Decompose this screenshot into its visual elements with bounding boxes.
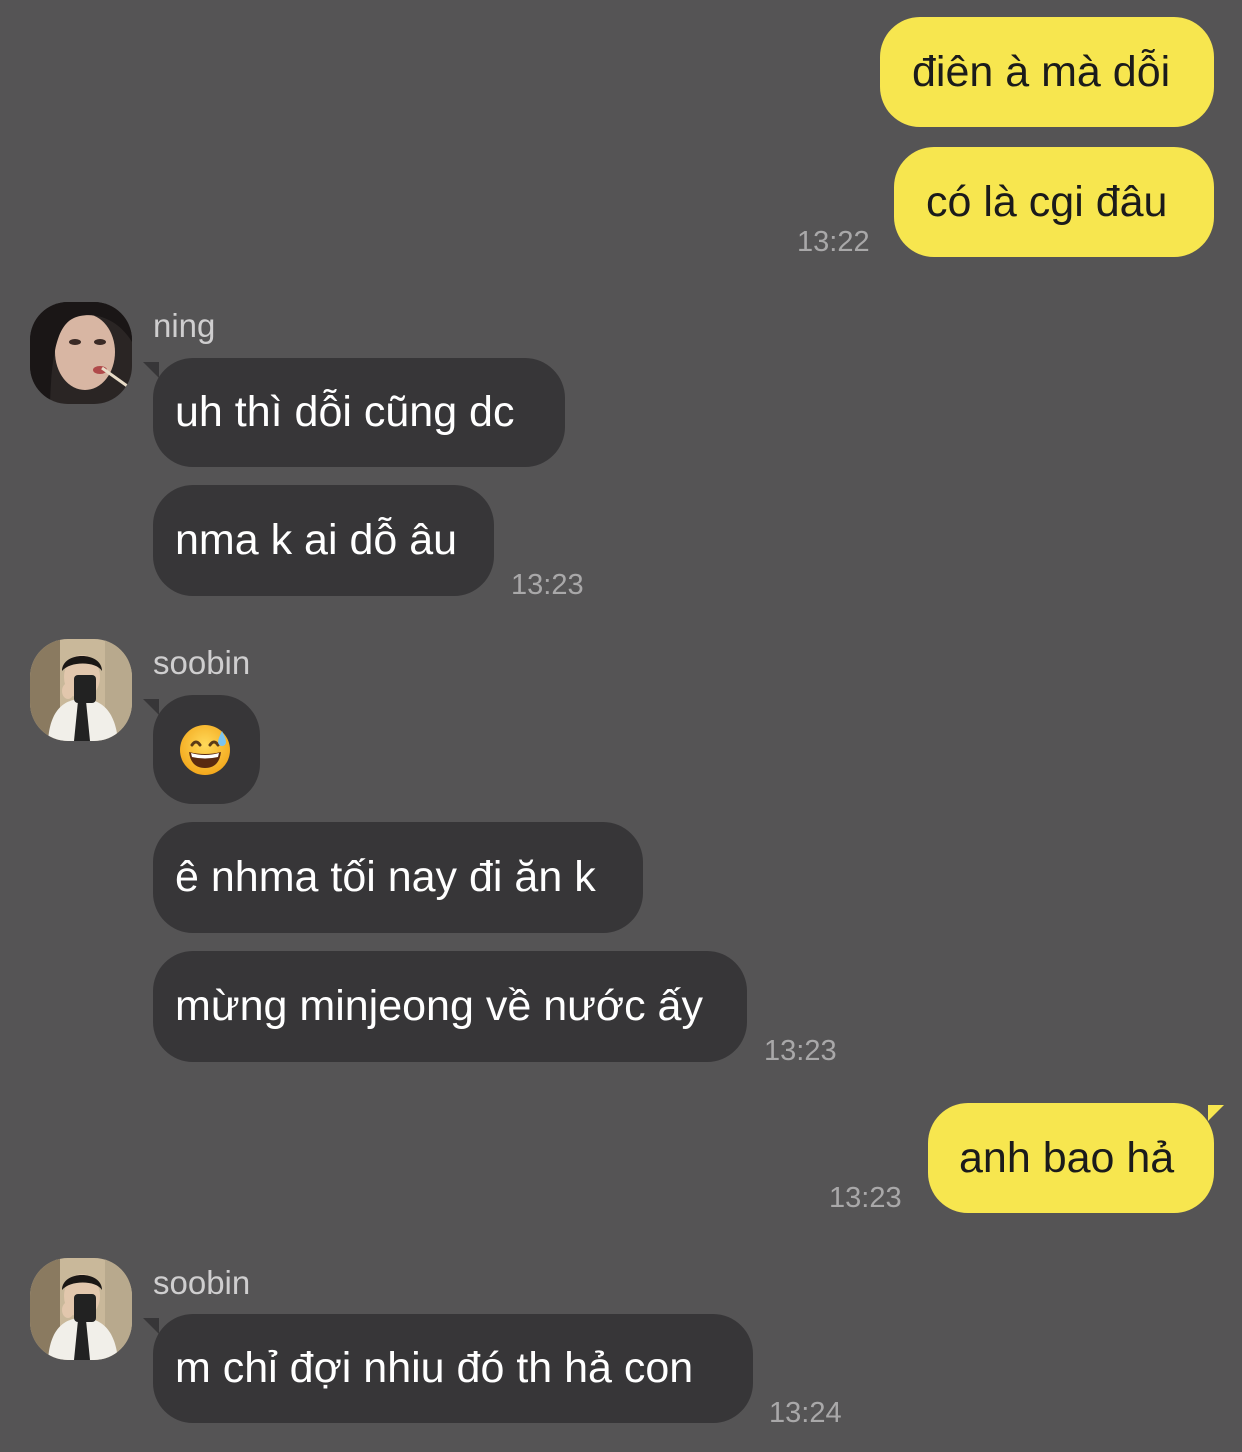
soobin-avatar[interactable] — [30, 1258, 132, 1360]
grinning-sweat-emoji-icon — [180, 725, 230, 775]
their-message-bubble[interactable]: nma k ai dỗ âu — [153, 485, 494, 596]
sender-name: ning — [153, 307, 216, 344]
soobin-avatar[interactable] — [30, 639, 132, 741]
message-timestamp: 13:23 — [829, 1182, 902, 1214]
soobin-avatar-photo-icon — [30, 639, 132, 741]
my-message-bubble[interactable]: anh bao hả — [928, 1103, 1224, 1213]
their-message-bubble[interactable]: uh thì dỗi cũng dc — [143, 358, 565, 467]
my-message-bubble[interactable]: điên à mà dỗi — [880, 17, 1214, 127]
message-text: có là cgi đâu — [926, 177, 1168, 226]
message-timestamp: 13:24 — [769, 1397, 842, 1429]
message-timestamp: 13:23 — [764, 1035, 837, 1067]
their-message-bubble[interactable]: 😅 — [143, 695, 260, 804]
message-text: mừng minjeong về nước ấy — [175, 982, 703, 1030]
their-message-bubble[interactable]: m chỉ đợi nhiu đó th hả con — [143, 1314, 753, 1423]
message-text: m chỉ đợi nhiu đó th hả con — [175, 1344, 694, 1392]
ning-avatar[interactable] — [30, 302, 132, 404]
their-message-bubble[interactable]: mừng minjeong về nước ấy — [153, 951, 747, 1062]
message-text: uh thì dỗi cũng dc — [175, 388, 515, 436]
message-text: điên à mà dỗi — [912, 47, 1171, 96]
sender-name: soobin — [153, 1264, 251, 1301]
ning-avatar-photo-icon — [30, 302, 132, 404]
their-message-bubble[interactable]: ê nhma tối nay đi ăn k — [153, 822, 643, 933]
message-timestamp: 13:23 — [511, 569, 584, 601]
my-message-bubble[interactable]: có là cgi đâu — [894, 147, 1214, 257]
sender-name: soobin — [153, 644, 251, 681]
message-text: nma k ai dỗ âu — [175, 516, 458, 564]
message-timestamp: 13:22 — [797, 226, 870, 258]
message-text: ê nhma tối nay đi ăn k — [175, 853, 596, 901]
message-text: anh bao hả — [959, 1133, 1175, 1182]
soobin-avatar-photo-icon — [30, 1258, 132, 1360]
